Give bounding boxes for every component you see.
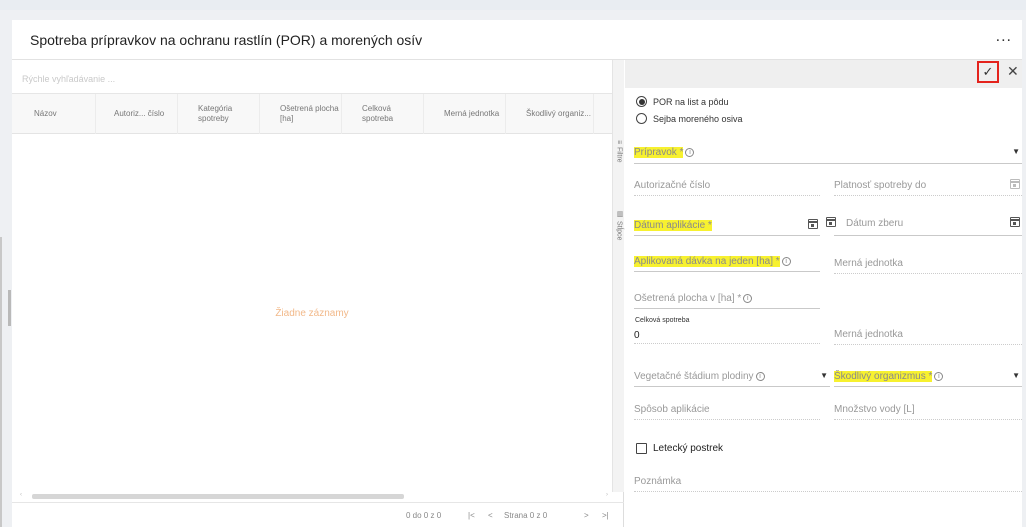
radio-por-na-list[interactable]: POR na list a pôdu (636, 96, 729, 107)
col-header-merna-jednotka[interactable]: Merná jednotka (424, 94, 506, 134)
more-options-button[interactable]: ... (996, 28, 1012, 46)
datum-aplikacie-label: Dátum aplikácie * (634, 220, 712, 231)
grid-header: Názov Autoriz... číslo Kategória spotreb… (12, 94, 612, 134)
col-header-celkova-spotreba[interactable]: Celková spotreba (342, 94, 424, 134)
main-card: Spotreba prípravkov na ochranu rastlín (… (12, 20, 1022, 527)
pagination: 0 do 0 z 0 |< < Strana 0 z 0 > >| (12, 502, 624, 527)
quick-search-input[interactable] (22, 74, 322, 84)
info-icon: i (781, 256, 791, 266)
detail-form: ✓ ✕ POR na list a pôdu Sejba moreného os… (625, 60, 1022, 527)
col-header-kategoria[interactable]: Kategória spotreby (178, 94, 260, 134)
scrollbar-thumb[interactable] (32, 494, 404, 499)
sposob-aplikacie-label: Spôsob aplikácie (634, 404, 710, 415)
pripravok-label: Prípravok * i (634, 147, 695, 158)
osetrena-plocha-label: Ošetrená plocha v [ha] * i (634, 293, 753, 304)
info-icon: i (743, 293, 753, 303)
aplikovana-davka-field[interactable]: Aplikovaná dávka na jeden [ha] * i (634, 256, 820, 272)
checkbox-box[interactable] (636, 443, 647, 454)
radio-selected-indicator (636, 96, 647, 107)
filter-tab-label: Filtre (615, 147, 623, 163)
pager-prev-button[interactable]: < (488, 511, 493, 520)
platnost-spotreby-field[interactable]: Platnosť spotreby do (834, 179, 1022, 196)
letecky-postrek-checkbox[interactable]: Letecký postrek (636, 443, 723, 454)
calendar-icon[interactable] (808, 219, 818, 229)
columns-icon: ▥ (616, 210, 623, 218)
col-header-osetrena-plocha[interactable]: Ošetrená plocha [ha] (260, 94, 342, 134)
columns-tab-label: Stĺpce (615, 221, 623, 241)
radio-label: Sejba moreného osiva (653, 113, 743, 124)
quick-search (12, 60, 612, 94)
scroll-left-icon[interactable]: ‹ (20, 492, 22, 498)
calendar-icon[interactable] (1010, 217, 1020, 227)
empty-state: Žiadne záznamy (275, 307, 349, 319)
columns-tab[interactable]: ▥ Stĺpce (613, 210, 625, 240)
filter-tab[interactable]: ≡ Filtre (613, 140, 625, 163)
col-header-autorizacne-cislo[interactable]: Autoriz... číslo (96, 94, 178, 134)
pripravok-select[interactable]: Prípravok * i ▼ (634, 147, 1022, 164)
sposob-aplikacie-field[interactable]: Spôsob aplikácie (634, 404, 820, 420)
radio-label: POR na list a pôdu (653, 96, 729, 107)
horizontal-scrollbar[interactable]: ‹ › (20, 492, 608, 502)
vegetacne-stadium-select[interactable]: Vegetačné štádium plodiny i ▼ (634, 371, 830, 387)
skodlivy-organizmus-label: Škodlivý organizmus * i (834, 371, 944, 382)
celkova-spotreba-field: 0 (634, 328, 820, 344)
autorizacne-cislo-label: Autorizačné číslo (634, 180, 711, 191)
confirm-button[interactable]: ✓ (977, 61, 999, 83)
osetrena-plocha-field[interactable]: Ošetrená plocha v [ha] * i (634, 293, 820, 309)
chevron-down-icon[interactable]: ▼ (1012, 147, 1020, 156)
merna-jednotka-label: Merná jednotka (834, 329, 903, 340)
records-grid: Názov Autoriz... číslo Kategória spotreb… (12, 60, 624, 527)
col-header-skodlivy-organizmus[interactable]: Škodlivý organiz... (506, 94, 594, 134)
poznamka-label: Poznámka (634, 476, 682, 487)
pager-last-button[interactable]: >| (602, 511, 609, 520)
autorizacne-cislo-field[interactable]: Autorizačné číslo (634, 180, 820, 196)
grid-side-bar: ≡ Filtre ▥ Stĺpce (612, 60, 624, 492)
pager-page-text: Strana 0 z 0 (504, 511, 548, 520)
pager-next-button[interactable]: > (584, 511, 589, 520)
calendar-icon[interactable] (1010, 179, 1020, 189)
outer-scroll-handle[interactable] (8, 290, 11, 326)
aplikovana-davka-label: Aplikovaná dávka na jeden [ha] * i (634, 256, 791, 267)
scroll-right-icon[interactable]: › (606, 492, 608, 498)
col-header-nazov[interactable]: Názov (12, 94, 96, 134)
chevron-down-icon[interactable]: ▼ (1012, 371, 1020, 380)
outer-left-edge (0, 237, 2, 527)
merna-jednotka-field-1[interactable]: Merná jednotka (834, 258, 1022, 274)
info-icon: i (685, 147, 695, 157)
datum-aplikacie-field[interactable]: Dátum aplikácie * (634, 219, 820, 236)
checkmark-icon: ✓ (982, 64, 994, 79)
top-strip (0, 0, 1026, 10)
page-title: Spotreba prípravkov na ochranu rastlín (… (30, 32, 423, 48)
pager-range: 0 do 0 z 0 (406, 511, 442, 520)
pager-first-button[interactable]: |< (468, 511, 475, 520)
datum-zberu-label: Dátum zberu (846, 218, 904, 229)
mnozstvo-vody-field[interactable]: Množstvo vody [L] (834, 404, 1022, 420)
radio-sejba-moreneho-osiva[interactable]: Sejba moreného osiva (636, 113, 743, 124)
merna-jednotka-field-2[interactable]: Merná jednotka (834, 329, 1022, 345)
mnozstvo-vody-label: Množstvo vody [L] (834, 404, 915, 415)
close-icon: ✕ (1007, 63, 1019, 79)
radio-indicator (636, 113, 647, 124)
info-icon: i (934, 371, 944, 381)
merna-jednotka-label: Merná jednotka (834, 258, 903, 269)
celkova-spotreba-label: Celková spotreba (635, 317, 690, 324)
chevron-down-icon[interactable]: ▼ (820, 371, 828, 380)
card-header: Spotreba prípravkov na ochranu rastlín (… (12, 20, 1022, 60)
calendar-icon[interactable] (826, 217, 836, 227)
platnost-spotreby-label: Platnosť spotreby do (834, 180, 927, 191)
info-icon: i (755, 371, 765, 381)
poznamka-field[interactable]: Poznámka (634, 476, 1022, 492)
letecky-postrek-label: Letecký postrek (653, 443, 724, 454)
filter-icon: ≡ (615, 140, 623, 145)
close-button[interactable]: ✕ (1007, 63, 1019, 80)
skodlivy-organizmus-select[interactable]: Škodlivý organizmus * i ▼ (834, 371, 1022, 387)
vegetacne-stadium-label: Vegetačné štádium plodiny i (634, 371, 765, 382)
form-toolbar: ✓ ✕ (625, 60, 1022, 88)
celkova-spotreba-value: 0 (634, 330, 640, 341)
datum-zberu-field[interactable]: Dátum zberu (826, 217, 1022, 236)
